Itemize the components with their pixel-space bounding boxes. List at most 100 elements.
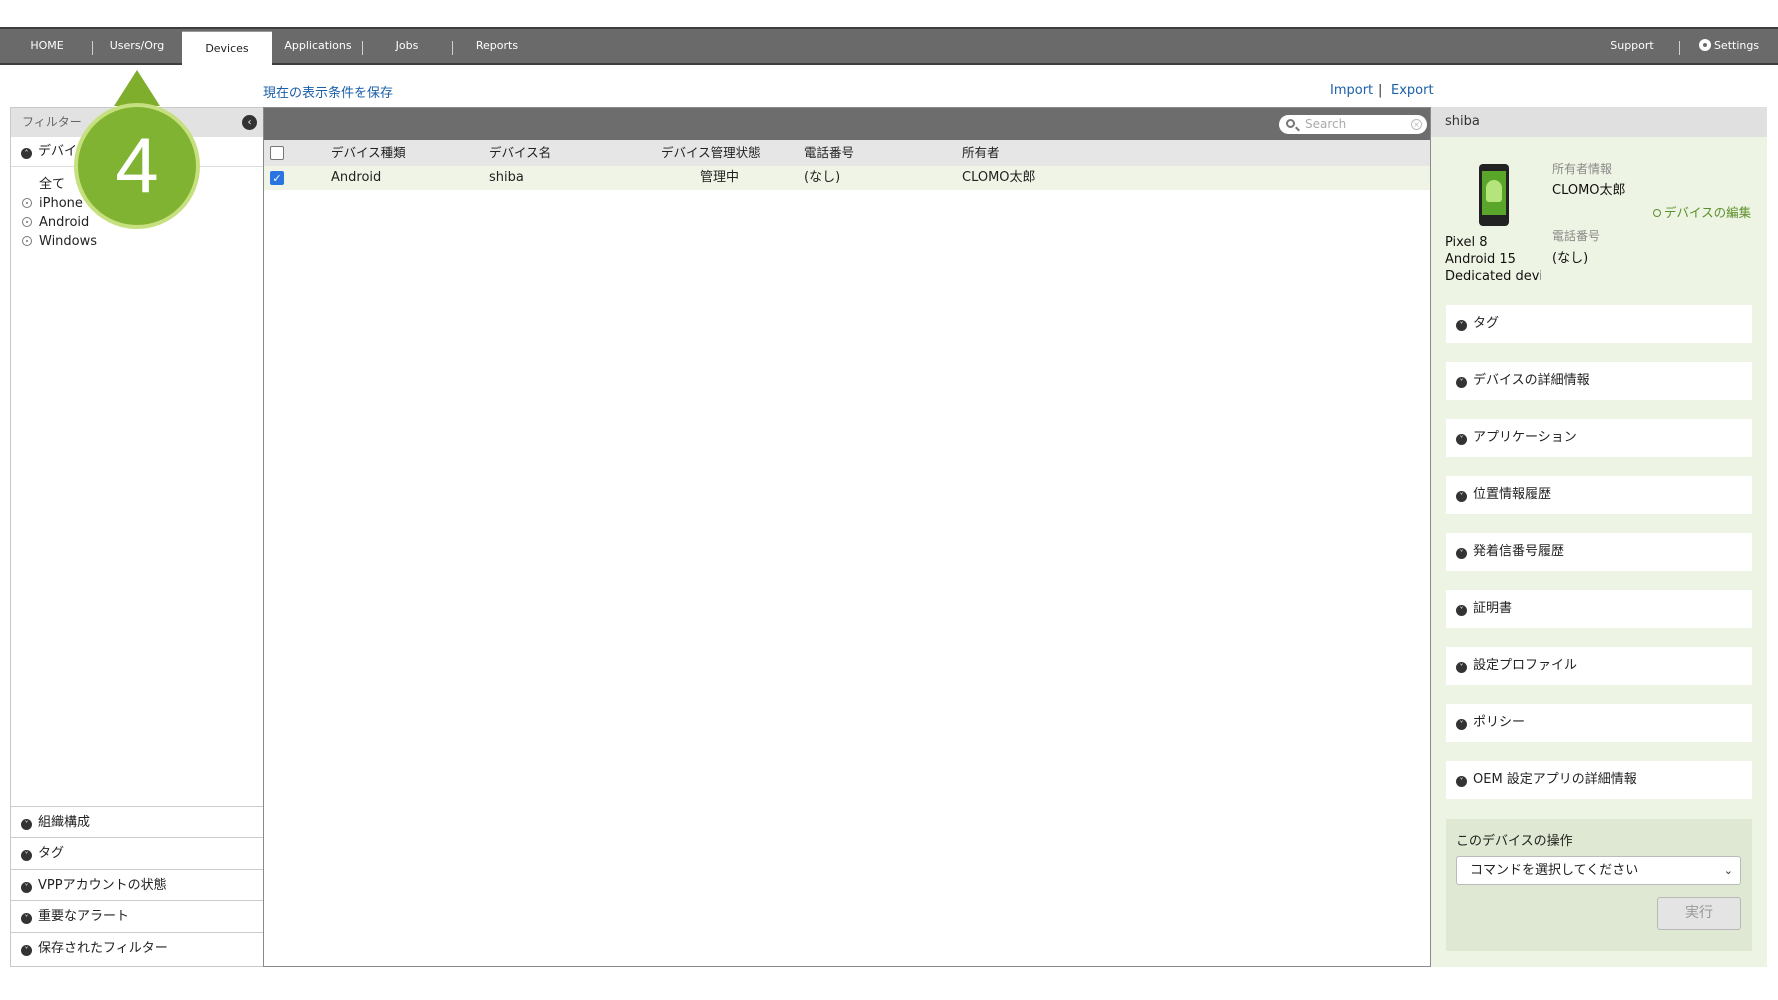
- column-header-phone[interactable]: 電話番号: [804, 140, 854, 166]
- search-icon: [1286, 119, 1295, 128]
- detail-section-profiles[interactable]: ˅ 設定プロファイル: [1446, 647, 1752, 685]
- detail-section-label: 証明書: [1473, 601, 1513, 616]
- detail-section-location[interactable]: ˅ 位置情報履歴: [1446, 476, 1752, 514]
- list-toolbar: Search ×: [264, 108, 1430, 140]
- filter-option-label: Windows: [39, 234, 98, 249]
- column-header-type[interactable]: デバイス種類: [331, 140, 406, 166]
- tab-applications[interactable]: Applications: [278, 29, 358, 63]
- filter-section-saved[interactable]: ˅ 保存されたフィルター: [11, 932, 263, 963]
- filter-section-label: タグ: [38, 846, 65, 861]
- cell-phone: (なし): [804, 170, 841, 185]
- detail-section-tag[interactable]: ˅ タグ: [1446, 305, 1752, 343]
- device-list-panel: Search × デバイス種類 デバイス名 デバイス管理状態 電話番号 所有者 …: [263, 107, 1431, 967]
- chevron-down-icon: ˅: [1456, 605, 1467, 616]
- chevron-down-icon: ˅: [1456, 320, 1467, 331]
- detail-section-certificates[interactable]: ˅ 証明書: [1446, 590, 1752, 628]
- filter-option-windows[interactable]: Windows: [22, 232, 263, 251]
- detail-section-oem[interactable]: ˅ OEM 設定アプリの詳細情報: [1446, 761, 1752, 799]
- nav-separator: [1679, 41, 1680, 55]
- clear-search-icon[interactable]: ×: [1411, 119, 1422, 130]
- filter-panel: フィルター ‹ ˄ デバイ 全て iPhone Android Windows ˅…: [10, 107, 264, 967]
- radio-icon: [22, 198, 32, 208]
- select-all-checkbox[interactable]: [270, 146, 284, 160]
- filter-section-label: 重要なアラート: [38, 909, 130, 924]
- export-link[interactable]: Export: [1391, 83, 1434, 98]
- chevron-down-icon: ˅: [1456, 776, 1467, 787]
- detail-section-label: 設定プロファイル: [1473, 658, 1578, 673]
- nav-separator: [362, 41, 363, 55]
- cell-type: Android: [331, 170, 382, 185]
- gear-icon: [1698, 39, 1711, 51]
- chevron-down-icon: ˅: [1456, 548, 1467, 559]
- chevron-down-icon: ˅: [1456, 719, 1467, 730]
- detail-section-label: 位置情報履歴: [1473, 487, 1552, 502]
- chevron-down-icon: ˅: [1456, 434, 1467, 445]
- device-os: Android 15: [1445, 252, 1516, 267]
- chevron-down-icon: ˅: [21, 913, 32, 924]
- chevron-down-icon: ˅: [21, 945, 32, 956]
- detail-section-label: 発着信番号履歴: [1473, 544, 1565, 559]
- save-view-link[interactable]: 現在の表示条件を保存: [263, 82, 393, 101]
- detail-section-label: OEM 設定アプリの詳細情報: [1473, 772, 1637, 787]
- column-header-name[interactable]: デバイス名: [489, 140, 551, 166]
- detail-section-label: アプリケーション: [1473, 430, 1577, 445]
- device-type-label: デバイ: [38, 144, 78, 159]
- nav-separator: [452, 41, 453, 55]
- detail-section-applications[interactable]: ˅ アプリケーション: [1446, 419, 1752, 457]
- tab-reports[interactable]: Reports: [468, 29, 526, 63]
- owner-value: CLOMO太郎: [1552, 183, 1626, 198]
- radio-icon: [22, 236, 32, 246]
- command-select[interactable]: コマンドを選択してください ⌄: [1456, 856, 1741, 885]
- settings-label: Settings: [1713, 39, 1760, 52]
- android-phone-icon: [1479, 164, 1509, 226]
- filter-section-vpp[interactable]: ˅ VPPアカウントの状態: [11, 869, 263, 900]
- search-placeholder: Search: [1305, 117, 1347, 131]
- settings-link[interactable]: Settings: [1690, 29, 1768, 63]
- filter-section-label: 保存されたフィルター: [38, 941, 168, 956]
- filter-section-tag[interactable]: ˅ タグ: [11, 837, 263, 868]
- cell-status: 管理中: [700, 170, 740, 185]
- owner-label: 所有者情報: [1552, 162, 1613, 176]
- tab-devices[interactable]: Devices: [182, 31, 272, 67]
- chevron-down-icon: ˅: [1456, 662, 1467, 673]
- chevron-down-icon: ˅: [21, 882, 32, 893]
- import-link[interactable]: Import: [1330, 83, 1373, 98]
- edit-device-label: デバイスの編集: [1664, 205, 1752, 220]
- detail-section-label: タグ: [1473, 316, 1500, 331]
- filter-section-label: VPPアカウントの状態: [38, 878, 167, 893]
- command-select-value: コマンドを選択してください: [1470, 863, 1639, 878]
- table-row[interactable]: ✓ Android shiba 管理中 (なし) CLOMO太郎: [264, 166, 1430, 190]
- tab-jobs[interactable]: Jobs: [380, 29, 434, 63]
- search-input[interactable]: Search ×: [1279, 115, 1427, 134]
- column-header-status[interactable]: デバイス管理状態: [661, 140, 761, 166]
- filter-section-label: 組織構成: [38, 815, 91, 830]
- edit-icon: [1653, 209, 1661, 217]
- detail-section-policy[interactable]: ˅ ポリシー: [1446, 704, 1752, 742]
- filter-section-alerts[interactable]: ˅ 重要なアラート: [11, 900, 263, 931]
- run-button[interactable]: 実行: [1657, 897, 1741, 930]
- collapse-panel-icon[interactable]: ‹: [242, 115, 257, 130]
- detail-section-label: ポリシー: [1473, 715, 1526, 730]
- edit-device-link[interactable]: デバイスの編集: [1653, 202, 1751, 221]
- tab-users-org[interactable]: Users/Org: [100, 29, 174, 63]
- filter-section-org[interactable]: ˅ 組織構成: [11, 806, 263, 837]
- tab-home[interactable]: HOME: [18, 29, 76, 63]
- callout-pointer: [114, 70, 160, 106]
- step-callout-badge: 4: [74, 103, 200, 229]
- chevron-down-icon: ˅: [21, 850, 32, 861]
- device-mode: Dedicated devic: [1445, 269, 1541, 284]
- detail-section-label: デバイスの詳細情報: [1473, 373, 1590, 388]
- top-nav-bar: HOME Users/Org Devices Applications Jobs…: [0, 27, 1778, 67]
- cell-name: shiba: [489, 170, 524, 185]
- cell-owner: CLOMO太郎: [962, 170, 1036, 185]
- row-checkbox[interactable]: ✓: [270, 171, 284, 185]
- nav-separator: [92, 41, 93, 55]
- device-detail-panel: shiba Pixel 8 Android 15 Dedicated devic…: [1431, 107, 1767, 967]
- column-header-owner[interactable]: 所有者: [962, 140, 1000, 166]
- detail-section-device-info[interactable]: ˅ デバイスの詳細情報: [1446, 362, 1752, 400]
- chevron-down-icon: ˅: [1456, 377, 1467, 388]
- detail-section-call-history[interactable]: ˅ 発着信番号履歴: [1446, 533, 1752, 571]
- support-link[interactable]: Support: [1604, 29, 1660, 63]
- chevron-down-icon: ˅: [21, 819, 32, 830]
- filter-option-label: Android: [39, 215, 90, 230]
